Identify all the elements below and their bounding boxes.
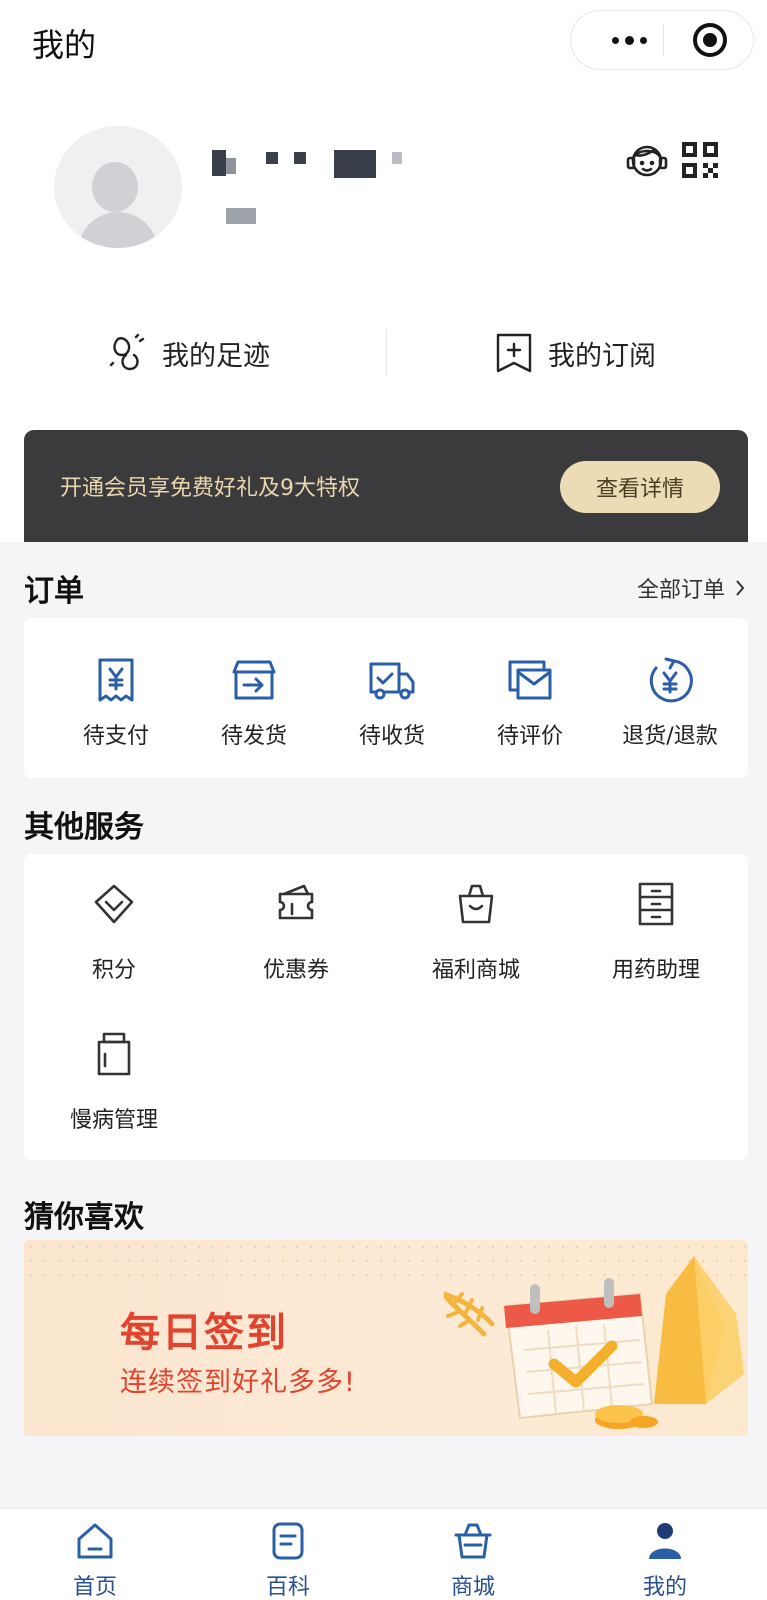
close-miniprogram-icon[interactable] (693, 23, 727, 57)
home-icon (77, 1523, 113, 1559)
service-medication-assistant[interactable]: 用药助理 (566, 854, 746, 994)
quick-links-row: 我的足迹 我的订阅 (0, 318, 767, 388)
more-options-icon[interactable] (599, 11, 659, 69)
points-icon (94, 884, 134, 924)
recommend-section-title: 猜你喜欢 (24, 1200, 144, 1235)
checkin-subtitle: 连续签到好礼多多! (120, 1367, 356, 1398)
tab-home-label: 首页 (72, 1575, 117, 1600)
qr-code-icon[interactable] (680, 140, 720, 180)
subscribe-icon (496, 333, 532, 373)
refund-icon (649, 657, 693, 703)
coupon-icon (278, 884, 314, 920)
my-footprint-link[interactable]: 我的足迹 (108, 318, 270, 388)
order-pending-review-label: 待评价 (496, 724, 563, 749)
profile-icon (649, 1523, 681, 1559)
user-id-redacted (226, 208, 256, 224)
checkin-title: 每日签到 (120, 1310, 288, 1356)
my-footprint-label: 我的足迹 (162, 340, 270, 372)
footprint-icon (109, 333, 145, 371)
calendar-checkin-illustration (444, 1256, 744, 1429)
tab-profile[interactable]: 我的 (605, 1509, 725, 1600)
cabinet-icon (638, 882, 674, 926)
tab-mall-label: 商城 (450, 1575, 495, 1600)
bottom-tab-bar: 首页 百科 商城 我的 (0, 1508, 767, 1600)
basket-icon (454, 1523, 492, 1559)
tab-mall[interactable]: 商城 (413, 1509, 533, 1600)
membership-banner[interactable]: 开通会员享免费好礼及9大特权 查看详情 (24, 430, 748, 542)
daily-checkin-banner[interactable]: 每日签到 连续签到好礼多多! (24, 1240, 748, 1436)
all-orders-link[interactable]: 全部订单 (637, 572, 745, 604)
service-chronic-disease[interactable]: 慢病管理 (24, 1004, 204, 1144)
services-section-title: 其他服务 (24, 810, 144, 845)
service-medication-assistant-label: 用药助理 (611, 958, 700, 983)
orders-section-title: 订单 (24, 574, 84, 609)
pending-payment-icon (98, 658, 134, 702)
order-pending-review[interactable]: 待评价 (460, 618, 600, 778)
capsule-divider (663, 25, 664, 55)
encyclopedia-icon (272, 1522, 304, 1560)
view-details-button[interactable]: 查看详情 (560, 461, 720, 513)
tab-home[interactable]: 首页 (35, 1509, 155, 1600)
my-subscription-label: 我的订阅 (548, 340, 656, 372)
service-welfare-mall[interactable]: 福利商城 (386, 854, 566, 994)
pending-shipment-icon (232, 660, 276, 700)
service-points[interactable]: 积分 (24, 854, 204, 994)
avatar[interactable] (54, 126, 182, 248)
orders-card: 待支付 待发货 待收货 待评价 退货/退款 (24, 618, 748, 778)
all-orders-label: 全部订单 (636, 578, 725, 603)
customer-service-icon[interactable] (624, 138, 670, 184)
page-title: 我的 (32, 26, 97, 64)
tab-encyclopedia[interactable]: 百科 (228, 1509, 348, 1600)
order-pending-payment-label: 待支付 (82, 724, 149, 749)
order-pending-receipt-label: 待收货 (358, 724, 425, 749)
user-name-redacted (212, 150, 432, 182)
order-pending-shipment-label: 待发货 (220, 724, 287, 749)
shopping-bag-icon (458, 884, 494, 924)
service-points-label: 积分 (91, 958, 136, 983)
order-pending-shipment[interactable]: 待发货 (184, 618, 324, 778)
order-pending-receipt[interactable]: 待收货 (322, 618, 462, 778)
service-coupon[interactable]: 优惠券 (206, 854, 386, 994)
mini-program-capsule (570, 10, 754, 70)
pending-review-icon (508, 660, 552, 700)
service-welfare-mall-label: 福利商城 (431, 958, 520, 983)
service-chronic-disease-label: 慢病管理 (69, 1108, 158, 1133)
order-refund[interactable]: 退货/退款 (600, 618, 740, 778)
tab-profile-label: 我的 (642, 1575, 687, 1600)
medicine-bottle-icon (97, 1032, 131, 1076)
order-refund-label: 退货/退款 (622, 724, 718, 749)
tab-encyclopedia-label: 百科 (265, 1575, 310, 1600)
pending-receipt-icon (369, 662, 415, 700)
quick-links-divider (386, 330, 387, 376)
services-card: 积分 优惠券 福利商城 用药助理 慢病管理 (24, 854, 748, 1160)
membership-text: 开通会员享免费好礼及9大特权 (60, 476, 360, 501)
chevron-right-icon (736, 580, 745, 596)
service-coupon-label: 优惠券 (262, 958, 329, 983)
order-pending-payment[interactable]: 待支付 (46, 618, 186, 778)
my-subscription-link[interactable]: 我的订阅 (494, 318, 656, 388)
